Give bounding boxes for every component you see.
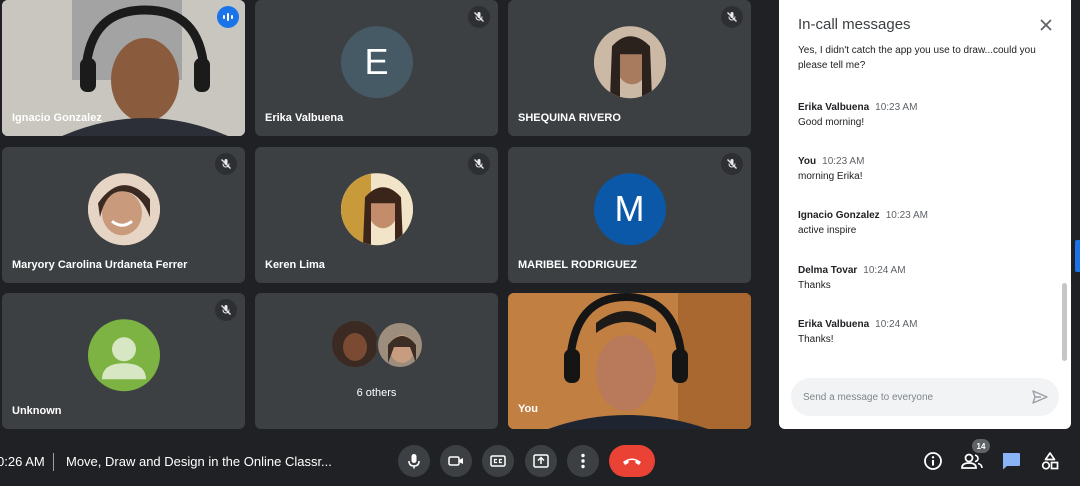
meeting-clock: 0:26 AM <box>0 454 45 469</box>
mic-off-icon <box>215 299 237 321</box>
mic-off-icon <box>468 153 490 175</box>
more-options-button[interactable] <box>567 445 599 477</box>
participant-name: SHEQUINA RIVERO <box>518 112 621 124</box>
hang-up-icon <box>623 458 641 465</box>
participant-video <box>508 293 751 429</box>
participant-tile-ignacio[interactable]: Ignacio Gonzalez <box>2 0 245 136</box>
participant-name: Erika Valbuena <box>265 112 344 124</box>
participant-tile-others[interactable]: 6 others <box>255 293 498 429</box>
meeting-details-button[interactable] <box>921 449 945 473</box>
chat-panel: In-call messages Yes, I didn't catch the… <box>779 0 1071 429</box>
shapes-icon <box>1041 452 1059 470</box>
participant-tile-maribel[interactable]: M MARIBEL RODRIGUEZ <box>508 147 751 283</box>
chat-message: You 10:23 AM morning Erika! <box>798 154 864 184</box>
captions-button[interactable] <box>482 445 514 477</box>
message-sender: You <box>798 156 817 167</box>
others-label: 6 others <box>356 387 397 399</box>
mic-off-icon <box>215 153 237 175</box>
participant-name: Keren Lima <box>265 259 325 271</box>
message-time: 10:24 AM <box>875 319 918 330</box>
participant-tile-unknown[interactable]: Unknown <box>2 293 245 429</box>
avatar-person-icon <box>87 319 160 392</box>
chat-message-input[interactable] <box>803 378 1023 416</box>
message-sender: Ignacio Gonzalez <box>798 210 880 221</box>
participant-tile-keren[interactable]: Keren Lima <box>255 147 498 283</box>
avatar <box>376 321 424 369</box>
avatar-initial: E <box>364 41 389 83</box>
message-sender: Erika Valbuena <box>798 102 870 113</box>
close-icon[interactable] <box>1035 14 1057 36</box>
camera-button[interactable] <box>440 445 472 477</box>
chat-message: Delma Tovar 10:24 AM Thanks <box>798 263 906 293</box>
avatar-initial: M <box>614 188 645 230</box>
chat-icon <box>1003 453 1020 470</box>
chat-messages: Yes, I didn't catch the app you use to d… <box>798 44 1048 369</box>
avatar: M <box>593 173 666 246</box>
chat-message: Erika Valbuena 10:24 AM Thanks! <box>798 317 917 347</box>
participant-tile-erika[interactable]: E Erika Valbuena <box>255 0 498 136</box>
participant-tile-shequina[interactable]: SHEQUINA RIVERO <box>508 0 751 136</box>
microphone-icon <box>408 454 420 469</box>
speaking-indicator-icon <box>217 6 239 28</box>
avatar <box>332 321 378 367</box>
mic-off-icon <box>721 6 743 28</box>
participant-name: Ignacio Gonzalez <box>12 112 102 124</box>
message-time: 10:23 AM <box>822 156 865 167</box>
chat-message: Ignacio Gonzalez 10:23 AM active inspire <box>798 208 928 238</box>
mic-off-icon <box>468 6 490 28</box>
chat-composer <box>791 378 1059 416</box>
meeting-title: Move, Draw and Design in the Online Clas… <box>66 454 332 469</box>
side-panel-handle[interactable] <box>1075 240 1080 272</box>
chat-scrollbar[interactable] <box>1062 283 1067 361</box>
avatar: E <box>340 26 413 99</box>
message-text: morning Erika! <box>798 171 863 182</box>
leave-call-button[interactable] <box>609 445 655 477</box>
avatar <box>593 26 666 99</box>
present-screen-button[interactable] <box>525 445 557 477</box>
chat-panel-title: In-call messages <box>798 16 911 33</box>
avatar <box>340 173 413 246</box>
info-icon <box>924 452 942 470</box>
chat-button[interactable] <box>999 449 1023 473</box>
participant-name: Maryory Carolina Urdaneta Ferrer <box>12 259 188 271</box>
message-sender: Erika Valbuena <box>798 319 870 330</box>
message-sender: Delma Tovar <box>798 265 858 276</box>
chat-message-partial: Yes, I didn't catch the app you use to d… <box>798 44 1048 73</box>
message-time: 10:23 AM <box>875 102 918 113</box>
message-text: Yes, I didn't catch the app you use to d… <box>798 45 1036 71</box>
bottom-toolbar: 0:26 AM Move, Draw and Design in the Onl… <box>0 436 1080 486</box>
mic-off-icon <box>721 153 743 175</box>
message-text: Good morning! <box>798 117 865 128</box>
participant-tile-maryory[interactable]: Maryory Carolina Urdaneta Ferrer <box>2 147 245 283</box>
message-time: 10:23 AM <box>885 210 928 221</box>
avatar <box>87 173 160 246</box>
participant-name: Unknown <box>12 405 62 417</box>
activities-button[interactable] <box>1038 449 1062 473</box>
message-text: Thanks! <box>798 334 834 345</box>
people-icon <box>961 453 983 469</box>
camera-icon <box>448 456 463 466</box>
participant-name: MARIBEL RODRIGUEZ <box>518 259 637 271</box>
participant-tile-you[interactable]: You <box>508 293 751 429</box>
divider <box>53 453 54 471</box>
present-icon <box>533 454 549 468</box>
participant-name: You <box>518 403 538 415</box>
message-text: Thanks <box>798 280 831 291</box>
message-time: 10:24 AM <box>863 265 906 276</box>
send-icon[interactable] <box>1031 388 1049 406</box>
microphone-button[interactable] <box>398 445 430 477</box>
chat-message: Erika Valbuena 10:23 AM Good morning! <box>798 100 917 130</box>
people-count-badge: 14 <box>972 439 990 453</box>
message-text: active inspire <box>798 225 857 236</box>
more-vertical-icon <box>581 453 585 469</box>
captions-icon <box>490 455 506 467</box>
